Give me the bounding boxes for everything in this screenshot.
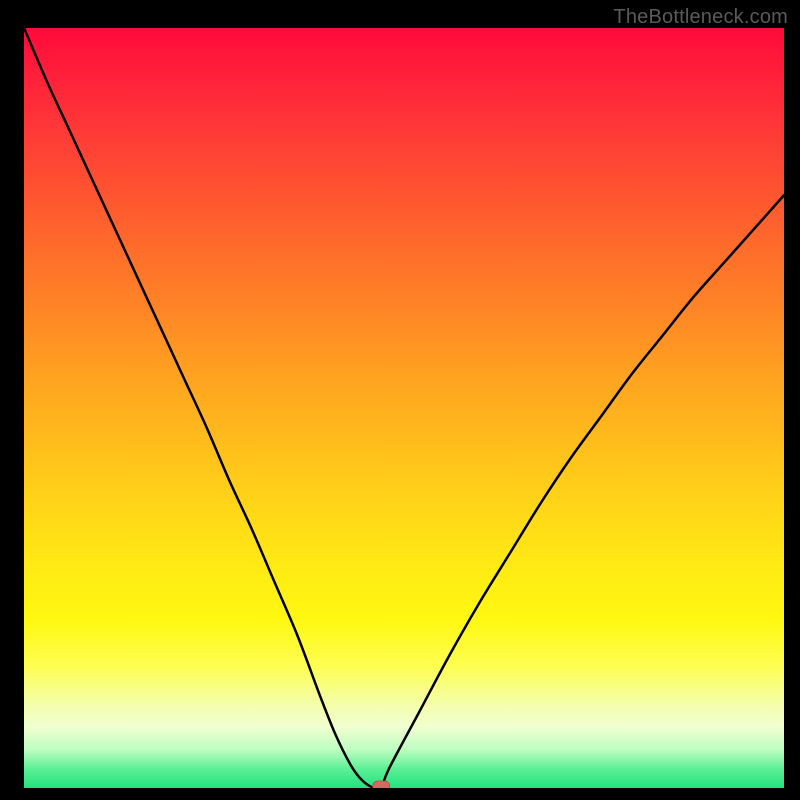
bottleneck-curve-svg	[24, 28, 784, 788]
watermark-text: TheBottleneck.com	[613, 6, 788, 29]
chart-plot-area	[24, 28, 784, 788]
bottleneck-curve	[24, 28, 784, 788]
optimum-marker	[373, 781, 390, 788]
